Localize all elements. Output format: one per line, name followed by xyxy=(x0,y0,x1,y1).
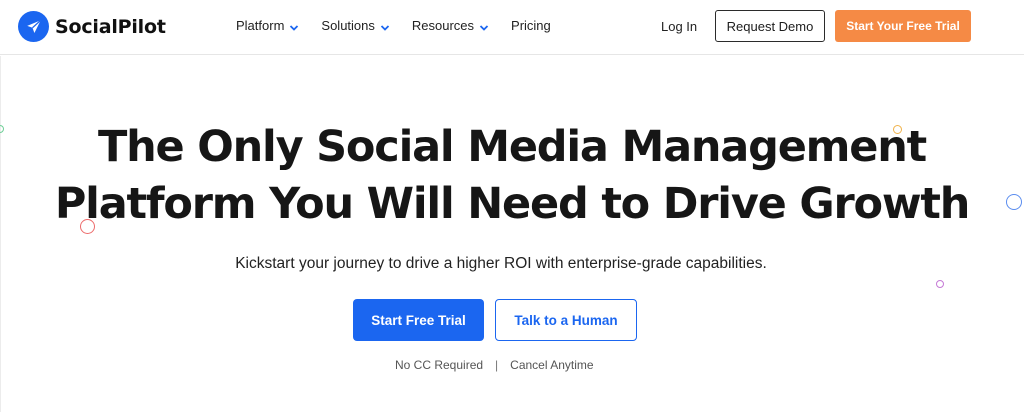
page-edge-divider xyxy=(0,56,1,412)
trial-notes: No CC Required | Cancel Anytime xyxy=(395,358,594,372)
nav-item-label: Solutions xyxy=(321,18,375,33)
hero-subtitle: Kickstart your journey to drive a higher… xyxy=(235,255,767,272)
hero-title: The Only Social Media Management Platfor… xyxy=(0,119,1024,233)
login-link[interactable]: Log In xyxy=(661,19,697,34)
talk-to-human-button[interactable]: Talk to a Human xyxy=(495,299,637,341)
start-free-trial-header-button[interactable]: Start Your Free Trial xyxy=(835,10,971,42)
nav-item-solutions[interactable]: Solutions xyxy=(321,18,390,33)
paper-plane-icon xyxy=(18,11,49,42)
chevron-down-icon xyxy=(289,21,299,31)
nav-item-label: Platform xyxy=(236,18,285,33)
note-separator: | xyxy=(495,358,499,372)
hero-title-line-1: The Only Social Media Management xyxy=(97,122,927,172)
request-demo-button[interactable]: Request Demo xyxy=(715,10,825,42)
site-header: SocialPilot Platform Solutions Resources… xyxy=(0,0,1024,55)
nav-item-label: Pricing xyxy=(511,18,551,33)
brand-logo[interactable]: SocialPilot xyxy=(18,11,166,42)
decorative-circle-purple xyxy=(936,280,944,288)
cancel-anytime-note: Cancel Anytime xyxy=(510,358,594,372)
main-nav: Platform Solutions Resources Pricing xyxy=(236,18,551,33)
nav-item-platform[interactable]: Platform xyxy=(236,18,299,33)
nav-item-pricing[interactable]: Pricing xyxy=(511,18,551,33)
brand-name: SocialPilot xyxy=(55,15,166,38)
nav-item-label: Resources xyxy=(411,18,475,33)
no-cc-note: No CC Required xyxy=(395,358,484,372)
chevron-down-icon xyxy=(479,21,489,31)
hero-title-line-2: Platform You Will Need to Drive Growth xyxy=(54,179,970,229)
nav-item-resources[interactable]: Resources xyxy=(412,18,489,33)
start-free-trial-button[interactable]: Start Free Trial xyxy=(353,299,484,341)
chevron-down-icon xyxy=(380,21,390,31)
